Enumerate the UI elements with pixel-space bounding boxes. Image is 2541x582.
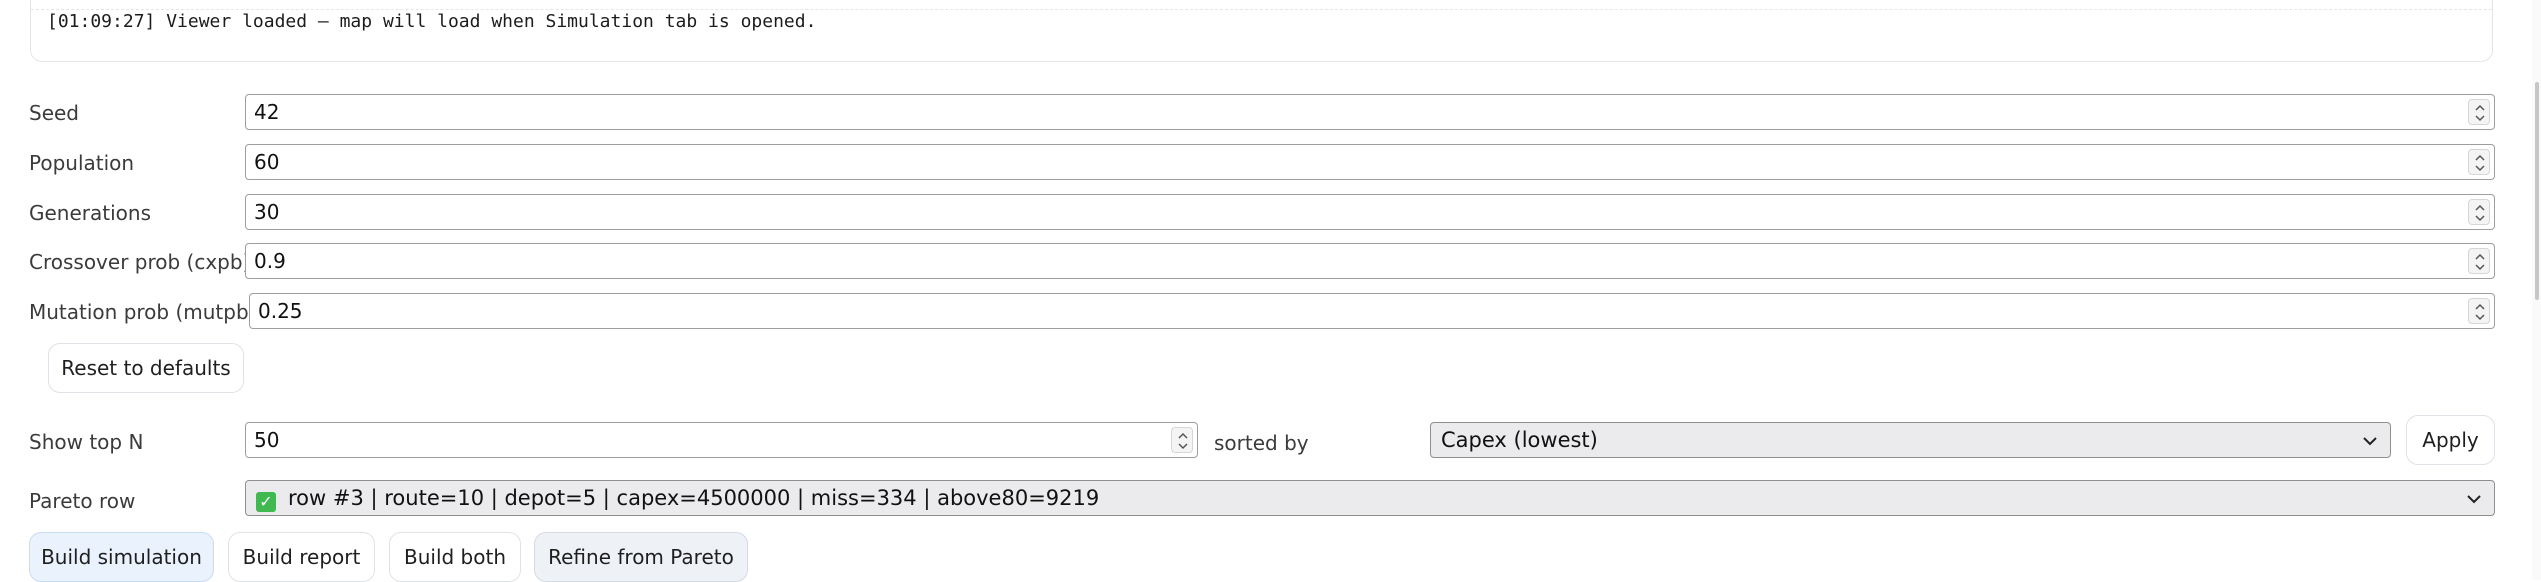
mutpb-label: Mutation prob (mutpb): [29, 300, 257, 324]
log-divider: [31, 9, 2492, 10]
log-message: [01:09:27] Viewer loaded – map will load…: [47, 11, 817, 32]
population-input[interactable]: 60: [245, 144, 2495, 180]
refine-from-pareto-button[interactable]: Refine from Pareto: [534, 532, 748, 582]
chevron-down-icon: [2362, 433, 2378, 452]
pareto-row-selected: ✓ row #3 | route=10 | depot=5 | capex=450…: [256, 486, 1099, 512]
apply-button[interactable]: Apply: [2406, 415, 2495, 465]
seed-input[interactable]: 42: [245, 94, 2495, 130]
pareto-row-select[interactable]: ✓ row #3 | route=10 | depot=5 | capex=450…: [245, 480, 2495, 516]
population-stepper-icon[interactable]: [2468, 149, 2490, 175]
top-n-input[interactable]: 50: [245, 422, 1198, 458]
sorted-by-label: sorted by: [1214, 431, 1309, 455]
population-value: 60: [254, 150, 280, 174]
generations-stepper-icon[interactable]: [2468, 199, 2490, 225]
build-both-button[interactable]: Build both: [389, 532, 521, 582]
sort-select[interactable]: Capex (lowest): [1430, 422, 2391, 458]
check-icon: ✓: [256, 492, 276, 512]
pareto-row-label: Pareto row: [29, 489, 136, 513]
cxpb-input[interactable]: 0.9: [245, 243, 2495, 279]
build-simulation-button[interactable]: Build simulation: [29, 532, 214, 582]
generations-value: 30: [254, 200, 280, 224]
generations-input[interactable]: 30: [245, 194, 2495, 230]
sort-selected-value: Capex (lowest): [1441, 428, 1598, 452]
seed-stepper-icon[interactable]: [2468, 99, 2490, 125]
cxpb-stepper-icon[interactable]: [2468, 248, 2490, 274]
log-panel: [01:09:27] Viewer loaded – map will load…: [30, 0, 2493, 62]
pareto-row-text: row #3 | route=10 | depot=5 | capex=4500…: [288, 486, 1100, 510]
generations-label: Generations: [29, 201, 151, 225]
chevron-down-icon: [2466, 491, 2482, 510]
build-report-button[interactable]: Build report: [228, 532, 375, 582]
seed-value: 42: [254, 100, 280, 124]
top-n-label: Show top N: [29, 430, 144, 454]
top-n-stepper-icon[interactable]: [1171, 427, 1193, 453]
top-n-value: 50: [254, 428, 280, 452]
mutpb-input[interactable]: 0.25: [249, 293, 2495, 329]
cxpb-value: 0.9: [254, 249, 286, 273]
cxpb-label: Crossover prob (cxpb): [29, 250, 251, 274]
seed-label: Seed: [29, 101, 79, 125]
population-label: Population: [29, 151, 135, 175]
mutpb-value: 0.25: [258, 299, 303, 323]
scrollbar-thumb[interactable]: [2535, 82, 2539, 300]
mutpb-stepper-icon[interactable]: [2468, 298, 2490, 324]
reset-defaults-button[interactable]: Reset to defaults: [48, 343, 244, 393]
